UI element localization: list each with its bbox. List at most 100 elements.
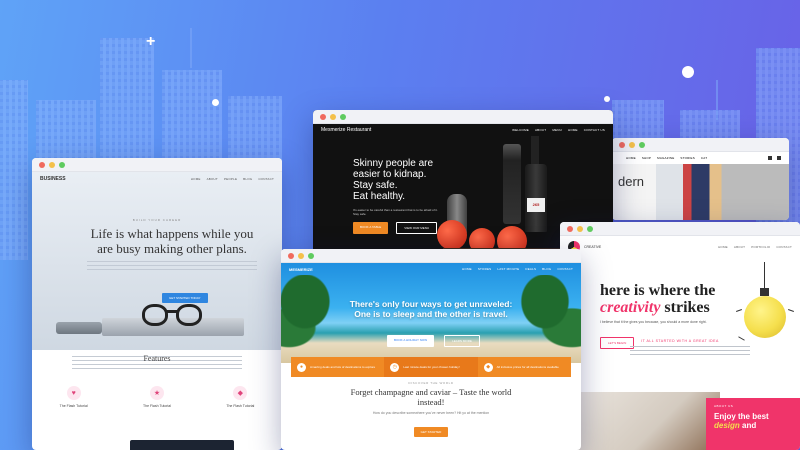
nav-item[interactable]: DEALS <box>525 267 536 271</box>
hero-headline: Life is what happens while you are busy … <box>90 226 254 256</box>
nav-item[interactable]: CONTACT <box>557 267 573 271</box>
nav-menu: HOME SHOP MAGAZINE STORIES CAT <box>626 156 707 160</box>
nav-item[interactable]: CONTACT <box>258 177 274 181</box>
nav-item[interactable]: PEOPLE <box>224 177 237 181</box>
maximize-dot-icon[interactable] <box>59 161 65 168</box>
nav-item[interactable]: ABOUT <box>734 245 745 249</box>
get-started-button[interactable]: GET STARTED TODAY <box>162 293 208 303</box>
cart-icon[interactable] <box>777 156 781 160</box>
close-dot-icon[interactable] <box>567 225 573 232</box>
nav-item[interactable]: ABOUT <box>207 177 218 181</box>
site-logo[interactable]: CREATIVE <box>584 245 601 249</box>
section-quote: Forget champagne and caviar – Taste the … <box>350 387 512 407</box>
card-eyebrow: ABOUT US <box>714 404 734 408</box>
tag-icon: ◆ <box>483 362 493 372</box>
nav-item[interactable]: ABOUT <box>535 128 546 132</box>
nav-menu: HOME ABOUT PEOPLE BLOG CONTACT <box>191 177 274 181</box>
nav-item[interactable]: STORES <box>478 267 491 271</box>
window-travel-template[interactable]: MESMERIZE HOME STORES LAST MINUTE DEALS … <box>281 249 581 450</box>
nav-item[interactable]: HOME <box>191 177 201 181</box>
palm-tree-image <box>281 275 361 363</box>
minimize-dot-icon[interactable] <box>330 113 336 120</box>
minimize-dot-icon[interactable] <box>629 141 635 148</box>
section-body: How do you describe somewhere you've nev… <box>372 411 490 415</box>
close-dot-icon[interactable] <box>320 113 326 120</box>
laptop-image <box>102 318 244 336</box>
nav-item[interactable]: HOME <box>462 267 472 271</box>
site-logo[interactable]: BUSINESS <box>40 176 66 182</box>
headline-line: Skinny people are <box>353 158 434 169</box>
minimize-dot-icon[interactable] <box>298 252 304 259</box>
top-nav: BUSINESS HOME ABOUT PEOPLE BLOG CONTACT <box>32 172 282 186</box>
nav-item[interactable]: MAGAZINE <box>657 156 674 160</box>
hero-eyebrow: BUILD YOUR CAREER <box>132 218 182 222</box>
close-dot-icon[interactable] <box>39 161 45 168</box>
view-menu-button[interactable]: VIEW OUR MENU <box>396 222 438 234</box>
window-creative-template[interactable]: CREATIVE HOME ABOUT PORTFOLIO CONTACT he… <box>560 222 800 450</box>
top-nav: Mesmerize Restaurant WELCOME ABOUT MENU … <box>313 124 613 136</box>
nav-menu: WELCOME ABOUT MENU HOME CONTACT US <box>512 128 605 132</box>
close-dot-icon[interactable] <box>288 252 294 259</box>
headline-text: here is where the <box>600 282 716 299</box>
nav-item[interactable]: CONTACT <box>776 245 792 249</box>
nav-item[interactable]: SHOP <box>642 156 651 160</box>
heart-icon: ♥ <box>66 386 81 400</box>
banner-text: Amazing deals and lots of destinations t… <box>310 365 376 369</box>
hero-paragraph <box>87 261 257 273</box>
search-icon[interactable] <box>768 156 772 160</box>
banner-text: Last minute deals for your chosen holida… <box>403 365 460 369</box>
features-title: Features <box>143 354 171 363</box>
banner-item: ◆ All inclusive prices for all destinati… <box>478 357 571 377</box>
site-logo[interactable]: MESMERIZE <box>289 267 313 272</box>
window-business-template[interactable]: BUSINESS HOME ABOUT PEOPLE BLOG CONTACT … <box>32 158 282 450</box>
hero-text: dern <box>618 174 645 189</box>
deals-banner: ● Amazing deals and lots of destinations… <box>291 357 571 377</box>
nav-item[interactable]: WELCOME <box>512 128 529 132</box>
book-holiday-button[interactable]: BOOK A HOLIDAY NOW <box>387 335 435 347</box>
minimize-dot-icon[interactable] <box>49 161 55 168</box>
learn-more-button[interactable]: LEARN MORE <box>444 335 480 347</box>
top-nav: CREATIVE HOME ABOUT PORTFOLIO CONTACT <box>560 236 800 258</box>
phone-image <box>56 322 102 334</box>
nav-item[interactable]: STORIES <box>680 156 695 160</box>
nav-menu: HOME STORES LAST MINUTE DEALS BLOG CONTA… <box>462 267 573 271</box>
feature-card: ◆ The Flash Tutorial <box>226 386 254 408</box>
card-headline: Enjoy the best design and <box>714 412 792 430</box>
nav-item[interactable]: MENU <box>552 128 562 132</box>
star-icon: ★ <box>149 386 164 400</box>
nav-item[interactable]: BLOG <box>243 177 252 181</box>
nav-item[interactable]: CAT <box>701 156 707 160</box>
headline-line: easier to kidnap. <box>353 169 427 180</box>
sparkle-plus-icon: + <box>146 33 156 50</box>
sparkle-dot-icon <box>682 66 694 78</box>
sparkle-dot-icon <box>212 99 219 106</box>
nav-item[interactable]: LAST MINUTE <box>497 267 519 271</box>
nav-item[interactable]: HOME <box>568 128 578 132</box>
minimize-dot-icon[interactable] <box>577 225 583 232</box>
feature-title: The Flash Tutorial <box>59 404 88 408</box>
window-shop-template[interactable]: HOME SHOP MAGAZINE STORIES CAT dern <box>612 138 789 220</box>
maximize-dot-icon[interactable] <box>308 252 314 259</box>
get-started-button[interactable]: GET STARTED <box>413 427 449 437</box>
section-label: IT ALL STARTED WITH A GREAT IDEA <box>641 339 719 343</box>
headline-text: strikes <box>664 299 710 316</box>
nav-item[interactable]: CONTACT US <box>584 128 605 132</box>
top-nav: MESMERIZE HOME STORES LAST MINUTE DEALS … <box>281 263 581 275</box>
nav-item[interactable]: BLOG <box>542 267 551 271</box>
site-logo[interactable]: Mesmerize Restaurant <box>321 127 371 133</box>
nav-item[interactable]: PORTFOLIO <box>751 245 770 249</box>
nav-item[interactable]: HOME <box>626 156 636 160</box>
close-dot-icon[interactable] <box>619 141 625 148</box>
card-text: and <box>742 421 757 430</box>
maximize-dot-icon[interactable] <box>639 141 645 148</box>
headline-accent: creativity <box>600 299 661 316</box>
book-table-button[interactable]: BOOK A TABLE <box>353 222 389 234</box>
nav-menu: HOME ABOUT PORTFOLIO CONTACT <box>718 245 792 249</box>
feature-card: ★ The Flash Tutorial <box>143 386 171 408</box>
maximize-dot-icon[interactable] <box>340 113 346 120</box>
nav-item[interactable]: HOME <box>718 245 728 249</box>
palm-tree-image <box>491 275 581 363</box>
maximize-dot-icon[interactable] <box>587 225 593 232</box>
workspace-image <box>560 392 720 450</box>
hero-image <box>612 164 789 220</box>
